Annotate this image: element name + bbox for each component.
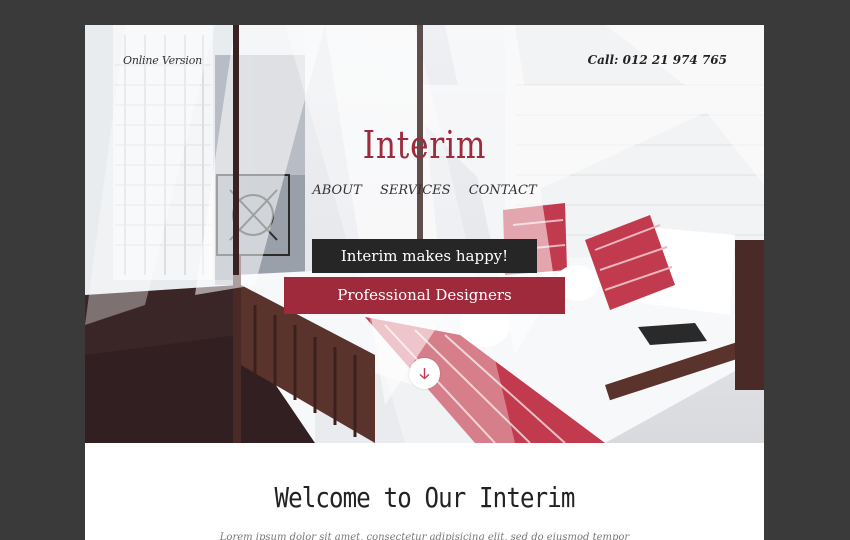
arrow-down-icon [419,368,430,380]
nav-item-contact[interactable]: CONTACT [469,183,537,198]
page-frame: Online Version Call: 012 21 974 765 Inte… [85,25,764,540]
call-phone-text: Call: 012 21 974 765 [587,53,727,67]
hero-tagline: Interim makes happy! [312,239,537,273]
nav-item-about[interactable]: ABOUT [312,183,361,198]
site-logo[interactable]: Interim [146,123,703,167]
welcome-title: Welcome to Our Interim [274,481,575,514]
hero-subline: Professional Designers [284,277,565,314]
online-version-link[interactable]: Online Version [123,54,202,67]
scroll-down-button[interactable] [409,358,440,389]
hero-section: Online Version Call: 012 21 974 765 Inte… [85,25,764,443]
nav-item-services[interactable]: SERVICES [380,183,451,198]
welcome-intro-text: Lorem ipsum dolor sit amet, consectetur … [219,532,630,540]
main-nav: ABOUT SERVICES CONTACT [85,183,764,198]
